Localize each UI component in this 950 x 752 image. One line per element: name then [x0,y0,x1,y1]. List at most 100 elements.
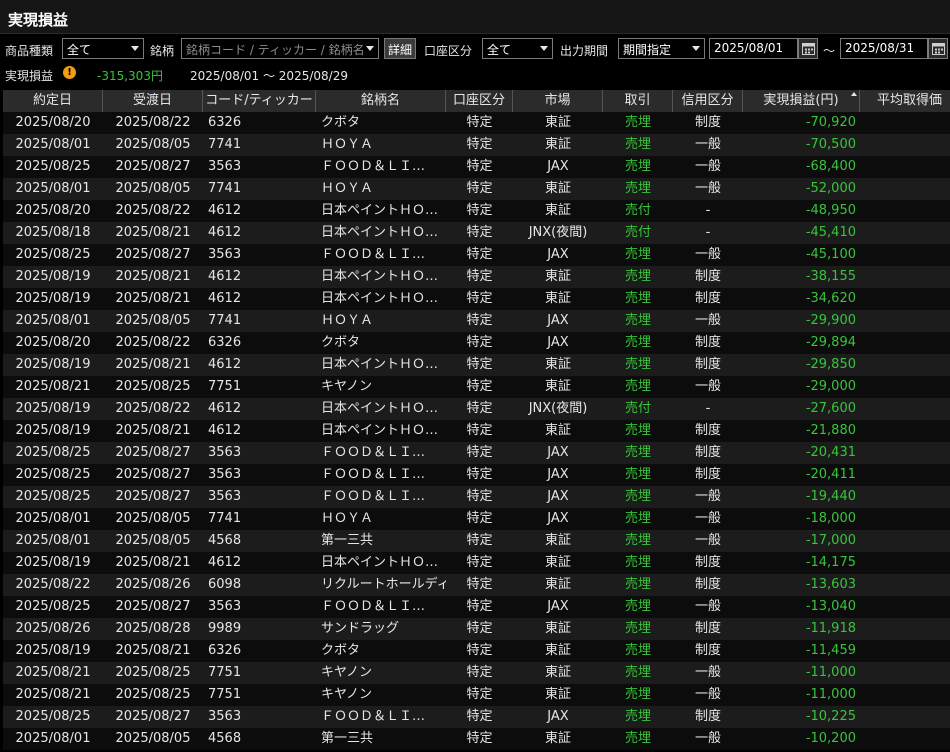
cell-settlement-date: 2025/08/25 [115,665,191,680]
table-row[interactable]: 2025/08/19 2025/08/21 6326 クボタ 特定 東証 売埋 制度 -11,4… [3,640,950,662]
date-from-calendar-button[interactable] [798,38,818,59]
cell-trade-date: 2025/08/19 [15,401,91,416]
table-row[interactable]: 2025/08/19 2025/08/21 4612 日本ペイントＨＯ… 特定 東証 売埋 制… [3,354,950,376]
realized-pl-table: 約定日 受渡日 コード/ティッカー 銘柄名 口座区分 市場 取引 信用区分 実現損益(円) 平均取… [3,90,950,752]
table-row[interactable]: 2025/08/25 2025/08/27 3563 ＦＯＯＤ＆ＬＩ… 特定 JAX 売埋 制… [3,464,950,486]
chevron-down-icon [131,46,139,51]
header-trade-date[interactable]: 約定日 [3,90,103,112]
header-market[interactable]: 市場 [513,90,603,112]
table-row[interactable]: 2025/08/19 2025/08/21 4612 日本ペイントＨＯ… 特定 東証 売埋 制… [3,266,950,288]
cell-name: 日本ペイントＨＯ… [321,203,439,218]
table-row[interactable]: 2025/08/19 2025/08/21 4612 日本ペイントＨＯ… 特定 東証 売埋 制… [3,552,950,574]
header-settlement-date[interactable]: 受渡日 [103,90,203,112]
table-row[interactable]: 2025/08/22 2025/08/26 6098 リクルートホールディ… 特定 東証 売… [3,574,950,596]
cell-market: 東証 [544,357,571,372]
cell-credit-type: 制度 [694,555,721,570]
product-type-select[interactable]: 全て [62,38,144,59]
period-value: 期間指定 [623,43,672,57]
account-type-select[interactable]: 全て [482,38,553,59]
table-row[interactable]: 2025/08/18 2025/08/21 4612 日本ペイントＨＯ… 特定 JNX(夜… [3,222,950,244]
cell-name: サンドラッグ [321,621,400,636]
symbol-search-placeholder: 銘柄コード / ティッカー / 銘柄名 [186,43,365,57]
cell-market: JAX [547,159,569,174]
table-row[interactable]: 2025/08/25 2025/08/27 3563 ＦＯＯＤ＆ＬＩ… 特定 JAX 売埋 一… [3,156,950,178]
table-row[interactable]: 2025/08/25 2025/08/27 3563 ＦＯＯＤ＆ＬＩ… 特定 JAX 売埋 制… [3,706,950,728]
cell-credit-type: 一般 [694,247,721,262]
table-row[interactable]: 2025/08/19 2025/08/21 4612 日本ペイントＨＯ… 特定 東証 売埋 制… [3,420,950,442]
cell-credit-type: 制度 [694,643,721,658]
table-row[interactable]: 2025/08/01 2025/08/05 4568 第一三共 特定 東証 売埋 一般 -10,… [3,728,950,750]
cell-realized-pl: -38,155 [805,269,856,284]
table-row[interactable]: 2025/08/01 2025/08/05 7741 ＨＯＹＡ 特定 東証 売埋 一般 -52,… [3,178,950,200]
table-row[interactable]: 2025/08/21 2025/08/25 7751 キヤノン 特定 東証 売埋 一般 -11,… [3,684,950,706]
cell-settlement-date: 2025/08/27 [115,159,191,174]
cell-realized-pl: -48,950 [805,203,856,218]
table-row[interactable]: 2025/08/01 2025/08/05 7741 ＨＯＹＡ 特定 JAX 売埋 一般 -29… [3,310,950,332]
cell-market: 東証 [544,137,571,152]
cell-trade-date: 2025/08/21 [15,665,91,680]
cell-account-type: 特定 [466,489,493,504]
cell-credit-type: 制度 [694,621,721,636]
table-row[interactable]: 2025/08/20 2025/08/22 4612 日本ペイントＨＯ… 特定 東証 売付 -… [3,200,950,222]
header-avg-cost[interactable]: 平均取得価 [860,90,950,112]
table-row[interactable]: 2025/08/25 2025/08/27 3563 ＦＯＯＤ＆ＬＩ… 特定 JAX 売埋 一… [3,596,950,618]
cell-credit-type: 制度 [694,577,721,592]
cell-market: 東証 [544,665,571,680]
cell-code: 7741 [208,137,242,152]
cell-trade-type: 売埋 [624,511,651,526]
cell-settlement-date: 2025/08/22 [115,203,191,218]
cell-realized-pl: -68,400 [805,159,856,174]
cell-code: 4568 [208,731,242,746]
cell-market: 東証 [544,115,571,130]
cell-code: 9989 [208,621,242,636]
table-row[interactable]: 2025/08/25 2025/08/27 3563 ＦＯＯＤ＆ＬＩ… 特定 JAX 売埋 一… [3,244,950,266]
cell-account-type: 特定 [466,379,493,394]
table-row[interactable]: 2025/08/25 2025/08/27 3563 ＦＯＯＤ＆ＬＩ… 特定 JAX 売埋 制… [3,442,950,464]
table-row[interactable]: 2025/08/01 2025/08/05 7741 ＨＯＹＡ 特定 東証 売埋 一般 -70,… [3,134,950,156]
cell-settlement-date: 2025/08/05 [115,511,191,526]
period-select[interactable]: 期間指定 [618,38,705,59]
detail-button[interactable]: 詳細 [384,38,416,59]
realized-pl-total: -315,303円 [97,69,163,83]
cell-trade-date: 2025/08/21 [15,687,91,702]
header-account-type[interactable]: 口座区分 [446,90,513,112]
cell-credit-type: - [705,401,711,416]
table-row[interactable]: 2025/08/20 2025/08/22 6326 クボタ 特定 JAX 売埋 制度 -29,… [3,332,950,354]
table-row[interactable]: 2025/08/01 2025/08/05 4568 第一三共 特定 東証 売埋 一般 -17,… [3,530,950,552]
date-to-input[interactable]: 2025/08/31 [840,38,928,59]
cell-market: 東証 [544,643,571,658]
table-row[interactable]: 2025/08/19 2025/08/22 4612 日本ペイントＨＯ… 特定 JNX(夜… [3,398,950,420]
cell-trade-type: 売埋 [624,577,651,592]
warning-icon[interactable]: ! [63,66,76,79]
table-header: 約定日 受渡日 コード/ティッカー 銘柄名 口座区分 市場 取引 信用区分 実現損益(円) 平均取… [3,90,950,112]
cell-settlement-date: 2025/08/05 [115,137,191,152]
cell-credit-type: 一般 [694,159,721,174]
table-row[interactable]: 2025/08/21 2025/08/25 7751 キヤノン 特定 東証 売埋 一般 -29,… [3,376,950,398]
cell-trade-type: 売付 [624,225,651,240]
product-type-value: 全て [67,43,92,57]
header-code[interactable]: コード/ティッカー [203,90,316,112]
cell-credit-type: 一般 [694,379,721,394]
cell-trade-type: 売埋 [624,555,651,570]
cell-realized-pl: -13,603 [805,577,856,592]
cell-code: 3563 [208,247,242,262]
header-realized-pl[interactable]: 実現損益(円) [743,90,860,112]
cell-market: 東証 [544,379,571,394]
table-row[interactable]: 2025/08/26 2025/08/28 9989 サンドラッグ 特定 東証 売埋 制度 -1… [3,618,950,640]
date-from-input[interactable]: 2025/08/01 [709,38,798,59]
cell-trade-date: 2025/08/19 [15,643,91,658]
table-row[interactable]: 2025/08/25 2025/08/27 3563 ＦＯＯＤ＆ＬＩ… 特定 JAX 売埋 一… [3,486,950,508]
table-row[interactable]: 2025/08/01 2025/08/05 7741 ＨＯＹＡ 特定 JAX 売埋 一般 -18… [3,508,950,530]
symbol-search-input[interactable]: 銘柄コード / ティッカー / 銘柄名 [181,38,379,59]
table-row[interactable]: 2025/08/20 2025/08/22 6326 クボタ 特定 東証 売埋 制度 -70,9… [3,112,950,134]
header-credit-type[interactable]: 信用区分 [673,90,743,112]
cell-code: 7751 [208,379,242,394]
date-to-calendar-button[interactable] [928,38,948,59]
cell-account-type: 特定 [466,577,493,592]
cell-credit-type: 一般 [694,665,721,680]
header-name[interactable]: 銘柄名 [316,90,446,112]
header-trade-type[interactable]: 取引 [603,90,673,112]
table-row[interactable]: 2025/08/21 2025/08/25 7751 キヤノン 特定 東証 売埋 一般 -11,… [3,662,950,684]
table-row[interactable]: 2025/08/19 2025/08/21 4612 日本ペイントＨＯ… 特定 東証 売埋 制… [3,288,950,310]
cell-code: 3563 [208,489,242,504]
